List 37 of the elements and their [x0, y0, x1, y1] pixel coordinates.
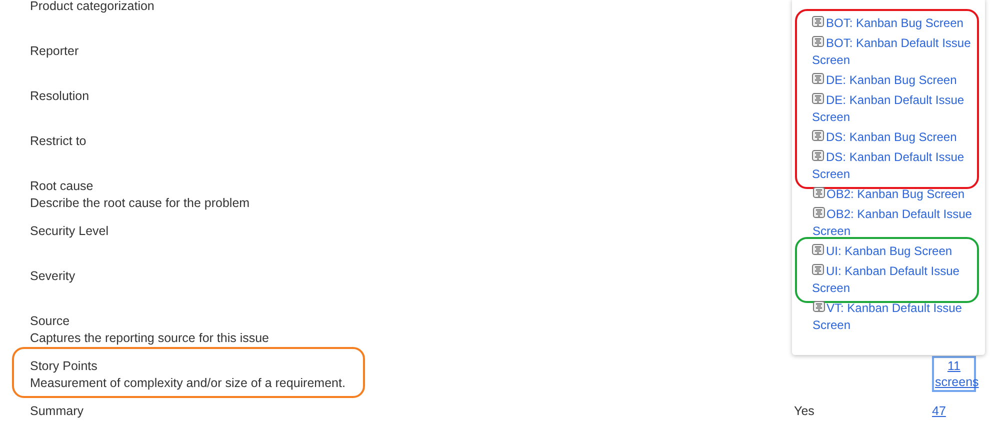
screen-icon: [812, 264, 824, 276]
screen-icon: [812, 73, 824, 85]
screen-icon: [812, 150, 824, 162]
screen-link[interactable]: UI: Kanban Default Issue Screen: [812, 263, 977, 297]
field-name: Security Level: [30, 222, 109, 240]
screen-link[interactable]: DE: Kanban Default Issue Screen: [812, 92, 977, 126]
field-name: Reporter: [30, 42, 79, 60]
field-name: Product categorization: [30, 0, 154, 14]
screen-icon: [812, 301, 824, 313]
screen-link[interactable]: BOT: Kanban Bug Screen: [812, 15, 977, 32]
screen-icon: [812, 36, 824, 48]
screen-link[interactable]: OB2: Kanban Bug Screen: [812, 186, 978, 203]
field-name: Summary: [30, 402, 84, 420]
field-description: Describe the root cause for the problem: [30, 194, 250, 212]
screens-link[interactable]: 47: [932, 404, 946, 418]
screen-icon: [812, 207, 824, 219]
screen-link[interactable]: BOT: Kanban Default Issue Screen: [812, 35, 977, 69]
field-name: Severity: [30, 268, 76, 284]
screen-icon: [812, 187, 824, 199]
screen-icon: [812, 244, 824, 256]
field-description: Measurement of complexity and/or size of a requirement.: [30, 374, 346, 392]
screen-icon: [812, 130, 824, 142]
field-description: Captures the reporting source for this issue: [30, 330, 270, 346]
field-name: Resolution: [30, 88, 90, 104]
required-value: Yes: [794, 404, 814, 418]
screen-link[interactable]: UI: Kanban Bug Screen: [812, 243, 977, 260]
screen-icon: [812, 16, 824, 28]
screen-link[interactable]: VT: Kanban Default Issue Screen: [812, 300, 978, 334]
screen-icon: [812, 93, 824, 105]
screen-link[interactable]: OB2: Kanban Default Issue Screen: [812, 206, 978, 240]
field-name: Source: [30, 312, 71, 330]
screen-link[interactable]: DS: Kanban Default Issue Screen: [812, 149, 977, 183]
screen-link[interactable]: DE: Kanban Bug Screen: [812, 72, 977, 89]
screen-link[interactable]: DS: Kanban Bug Screen: [812, 129, 977, 146]
field-name: Root cause: [30, 178, 94, 194]
field-name: Story Points: [30, 358, 98, 374]
field-name: Restrict to: [30, 132, 86, 150]
